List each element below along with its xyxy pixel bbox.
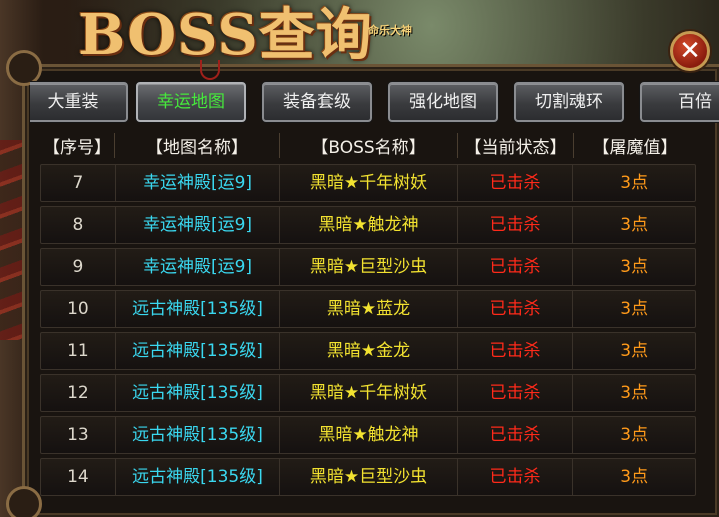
row-number: 8 bbox=[41, 207, 116, 243]
tab-heavy-armor[interactable]: 大重装 bbox=[30, 82, 128, 122]
row-status: 已击杀 bbox=[458, 417, 574, 453]
row-number: 13 bbox=[41, 417, 116, 453]
row-status: 已击杀 bbox=[458, 207, 574, 243]
row-boss-name: 黑暗★触龙神 bbox=[280, 207, 458, 243]
table-header: 【序号】 【地图名称】 【BOSS名称】 【当前状态】 【屠魔值】 bbox=[40, 126, 696, 164]
row-map-name: 幸运神殿[运9] bbox=[116, 165, 281, 201]
row-demon-points: 3点 bbox=[620, 299, 649, 319]
row-map-name: 远古神殿[135级] bbox=[116, 333, 281, 369]
row-demon-points: 3点 bbox=[620, 215, 649, 235]
row-number: 10 bbox=[41, 291, 116, 327]
row-boss-name: 黑暗★巨型沙虫 bbox=[280, 459, 458, 495]
header-boss-name: 【BOSS名称】 bbox=[280, 132, 458, 158]
table-row: 10 远古神殿[135级] 黑暗★蓝龙 已击杀 3点 bbox=[40, 290, 696, 328]
tab-bar: 大重装 幸运地图 装备套级 强化地图 切割魂环 百倍 bbox=[30, 80, 719, 124]
tab-lucky-map[interactable]: 幸运地图 bbox=[136, 82, 246, 122]
row-number: 9 bbox=[41, 249, 116, 285]
row-map-name: 远古神殿[135级] bbox=[116, 375, 281, 411]
row-demon-points: 3点 bbox=[620, 425, 649, 445]
row-demon-points: 3点 bbox=[620, 383, 649, 403]
row-boss-name: 黑暗★巨型沙虫 bbox=[280, 249, 458, 285]
header-map-name: 【地图名称】 bbox=[115, 132, 280, 158]
close-button[interactable]: ✕ bbox=[670, 31, 710, 71]
row-map-name: 远古神殿[135级] bbox=[116, 291, 281, 327]
row-demon-points: 3点 bbox=[620, 173, 649, 193]
boss-table: 【序号】 【地图名称】 【BOSS名称】 【当前状态】 【屠魔值】 7 幸运神殿[… bbox=[40, 126, 696, 500]
ribbon-decoration bbox=[200, 60, 220, 80]
table-row: 12 远古神殿[135级] 黑暗★千年树妖 已击杀 3点 bbox=[40, 374, 696, 412]
row-status: 已击杀 bbox=[458, 249, 574, 285]
header-status: 【当前状态】 bbox=[458, 132, 574, 158]
row-number: 12 bbox=[41, 375, 116, 411]
row-boss-name: 黑暗★千年树妖 bbox=[280, 165, 458, 201]
row-map-name: 远古神殿[135级] bbox=[116, 459, 281, 495]
row-boss-name: 黑暗★蓝龙 bbox=[280, 291, 458, 327]
close-icon: ✕ bbox=[679, 36, 701, 66]
row-status: 已击杀 bbox=[458, 333, 574, 369]
header-number: 【序号】 bbox=[40, 132, 115, 158]
table-row: 8 幸运神殿[运9] 黑暗★触龙神 已击杀 3点 bbox=[40, 206, 696, 244]
row-status: 已击杀 bbox=[458, 165, 574, 201]
table-row: 7 幸运神殿[运9] 黑暗★千年树妖 已击杀 3点 bbox=[40, 164, 696, 202]
tab-cut-soul-ring[interactable]: 切割魂环 bbox=[514, 82, 624, 122]
row-boss-name: 黑暗★千年树妖 bbox=[280, 375, 458, 411]
row-number: 11 bbox=[41, 333, 116, 369]
tab-equipment-set[interactable]: 装备套级 bbox=[262, 82, 372, 122]
row-map-name: 远古神殿[135级] bbox=[116, 417, 281, 453]
row-boss-name: 黑暗★金龙 bbox=[280, 333, 458, 369]
row-demon-points: 3点 bbox=[620, 341, 649, 361]
frame-ornament bbox=[6, 486, 42, 517]
table-row: 9 幸运神殿[运9] 黑暗★巨型沙虫 已击杀 3点 bbox=[40, 248, 696, 286]
table-row: 11 远古神殿[135级] 黑暗★金龙 已击杀 3点 bbox=[40, 332, 696, 370]
row-number: 7 bbox=[41, 165, 116, 201]
header-demon-points: 【屠魔值】 bbox=[592, 137, 678, 158]
tab-enhance-map[interactable]: 强化地图 bbox=[388, 82, 498, 122]
row-map-name: 幸运神殿[运9] bbox=[116, 207, 281, 243]
row-demon-points: 3点 bbox=[620, 467, 649, 487]
window-title: BOSS查询 bbox=[78, 2, 373, 68]
tab-hundredfold[interactable]: 百倍 bbox=[640, 82, 719, 122]
table-row: 13 远古神殿[135级] 黑暗★触龙神 已击杀 3点 bbox=[40, 416, 696, 454]
row-map-name: 幸运神殿[运9] bbox=[116, 249, 281, 285]
row-status: 已击杀 bbox=[458, 291, 574, 327]
row-number: 14 bbox=[41, 459, 116, 495]
row-demon-points: 3点 bbox=[620, 257, 649, 277]
row-status: 已击杀 bbox=[458, 375, 574, 411]
row-status: 已击杀 bbox=[458, 459, 574, 495]
window-subtitle: 命乐大神 bbox=[368, 24, 412, 37]
table-body: 7 幸运神殿[运9] 黑暗★千年树妖 已击杀 3点 8 幸运神殿[运9] 黑暗★触龙神 已击杀 3… bbox=[40, 164, 696, 496]
row-boss-name: 黑暗★触龙神 bbox=[280, 417, 458, 453]
table-row: 14 远古神殿[135级] 黑暗★巨型沙虫 已击杀 3点 bbox=[40, 458, 696, 496]
